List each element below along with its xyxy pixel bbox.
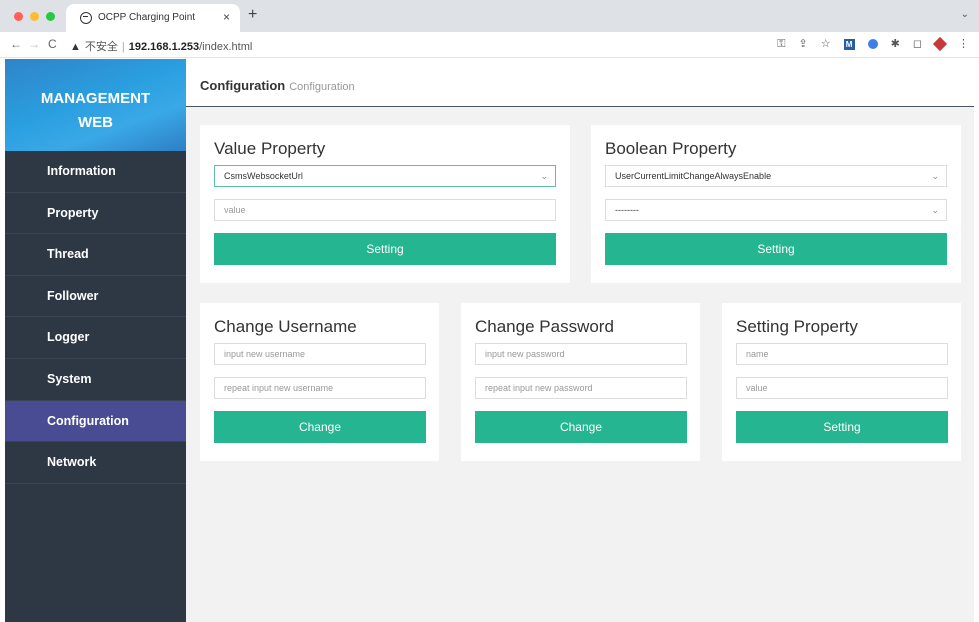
tab-search-icon[interactable]: ⌄: [961, 9, 969, 20]
address-bar[interactable]: ▲ 不安全 | 192.168.1.253/index.html: [70, 38, 252, 54]
page-title: Configuration Configuration: [200, 78, 355, 93]
browser-toolbar: ← → C ▲ 不安全 | 192.168.1.253/index.html ⚿ ⇪ …: [0, 32, 979, 58]
back-arrow-icon[interactable]: ←: [10, 37, 22, 51]
boolean-value-select[interactable]: -------- ⌄: [605, 199, 947, 221]
select-value: UserCurrentLimitChangeAlwaysEnable: [615, 171, 772, 181]
change-password-card: Change Password input new password repea…: [461, 303, 700, 461]
warning-icon: ▲: [70, 41, 81, 53]
page-title-text: Configuration: [200, 78, 286, 93]
sidebar-item-logger[interactable]: Logger: [5, 317, 186, 359]
sidebar-item-network[interactable]: Network: [5, 442, 186, 484]
value-property-select[interactable]: CsmsWebsocketUrl ⌄: [214, 165, 556, 187]
select-value: CsmsWebsocketUrl: [224, 171, 303, 181]
repeat-password-input[interactable]: repeat input new password: [475, 377, 687, 399]
change-password-button[interactable]: Change: [475, 411, 687, 443]
brand-subtitle: WEB: [78, 114, 113, 131]
close-window-button[interactable]: [14, 12, 23, 21]
property-value-input[interactable]: value: [736, 377, 948, 399]
new-username-input[interactable]: input new username: [214, 343, 426, 365]
bookmark-star-icon[interactable]: ☆: [821, 37, 831, 51]
new-password-input[interactable]: input new password: [475, 343, 687, 365]
value-setting-button[interactable]: Setting: [214, 233, 556, 265]
extension-m-icon[interactable]: M: [843, 38, 855, 50]
change-username-button[interactable]: Change: [214, 411, 426, 443]
address-path: /index.html: [199, 41, 253, 53]
toolbar-icons: ⚿ ⇪ ☆ M ✱ ◻ ⋮: [777, 36, 969, 52]
address-host: 192.168.1.253: [128, 41, 200, 53]
boolean-property-select[interactable]: UserCurrentLimitChangeAlwaysEnable ⌄: [605, 165, 947, 187]
sidebar-item-configuration[interactable]: Configuration: [5, 400, 186, 443]
repeat-username-input[interactable]: repeat input new username: [214, 377, 426, 399]
chevron-down-icon: ⌄: [931, 205, 939, 215]
sidebar-item-follower[interactable]: Follower: [5, 276, 186, 318]
forward-arrow-icon[interactable]: →: [28, 37, 40, 51]
card-title: Setting Property: [736, 317, 858, 336]
extensions-puzzle-icon[interactable]: ✱: [891, 37, 900, 51]
browser-tab-bar: OCPP Charging Point × + ⌄: [0, 0, 979, 32]
card-title: Change Username: [214, 317, 357, 336]
sidebar-item-information[interactable]: Information: [5, 151, 186, 193]
value-property-card: Value Property CsmsWebsocketUrl ⌄ value …: [200, 125, 570, 283]
brand-title: MANAGEMENT: [40, 90, 151, 107]
select-value: --------: [615, 205, 639, 215]
extension-red-icon[interactable]: [932, 36, 948, 52]
side-panel-icon[interactable]: ◻: [913, 37, 922, 51]
chevron-down-icon: ⌄: [931, 171, 939, 181]
address-separator: |: [121, 41, 125, 53]
new-tab-button[interactable]: +: [248, 6, 257, 24]
browser-tab[interactable]: OCPP Charging Point ×: [66, 4, 240, 32]
maximize-window-button[interactable]: [46, 12, 55, 21]
extension-circle-icon[interactable]: [867, 39, 878, 49]
card-title: Change Password: [475, 317, 614, 336]
minimize-window-button[interactable]: [30, 12, 39, 21]
boolean-property-card: Boolean Property UserCurrentLimitChangeA…: [591, 125, 961, 283]
boolean-setting-button[interactable]: Setting: [605, 233, 947, 265]
property-setting-button[interactable]: Setting: [736, 411, 948, 443]
value-input[interactable]: value: [214, 199, 556, 221]
setting-property-card: Setting Property name value Setting: [722, 303, 961, 461]
page-subtitle: Configuration: [289, 81, 355, 93]
sidebar-menu: Information Property Thread Follower Log…: [5, 151, 186, 484]
share-icon[interactable]: ⇪: [799, 37, 808, 51]
card-title: Value Property: [214, 139, 326, 158]
main-content: Configuration Configuration Value Propert…: [186, 59, 974, 622]
sidebar: MANAGEMENT WEB Information Property Thre…: [5, 59, 186, 622]
property-name-input[interactable]: name: [736, 343, 948, 365]
sidebar-item-property[interactable]: Property: [5, 193, 186, 235]
browser-menu-icon[interactable]: ⋮: [958, 37, 969, 51]
brand-logo: MANAGEMENT WEB: [5, 59, 186, 151]
chevron-down-icon: ⌄: [540, 171, 548, 181]
security-label: 不安全: [84, 41, 118, 53]
sidebar-item-system[interactable]: System: [5, 359, 186, 401]
tab-close-icon[interactable]: ×: [223, 10, 230, 24]
reload-icon[interactable]: C: [48, 37, 57, 51]
sidebar-item-thread[interactable]: Thread: [5, 234, 186, 276]
page-header: Configuration Configuration: [186, 59, 974, 107]
globe-icon: [80, 12, 92, 24]
tab-title: OCPP Charging Point: [98, 12, 196, 23]
card-title: Boolean Property: [605, 139, 737, 158]
key-icon[interactable]: ⚿: [777, 37, 785, 51]
change-username-card: Change Username input new username repea…: [200, 303, 439, 461]
